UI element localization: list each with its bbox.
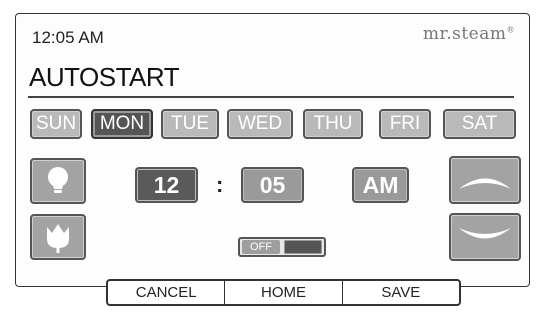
toggle-state-label: OFF — [242, 240, 280, 254]
minute-value[interactable]: 05 — [241, 167, 304, 203]
light-button[interactable] — [30, 158, 86, 204]
day-button-wed[interactable]: WED — [227, 109, 293, 139]
day-button-sat[interactable]: SAT — [443, 109, 516, 139]
cancel-button[interactable]: CANCEL — [108, 281, 224, 304]
time-separator: : — [216, 172, 224, 197]
save-button[interactable]: SAVE — [341, 281, 459, 304]
day-button-tue[interactable]: TUE — [161, 109, 219, 139]
clock-time: 12:05 AM — [32, 28, 104, 47]
meridiem-value[interactable]: AM — [352, 167, 409, 203]
day-button-fri[interactable]: FRI — [379, 109, 431, 139]
autostart-toggle[interactable]: OFF — [238, 237, 326, 257]
hour-value[interactable]: 12 — [135, 167, 198, 203]
arrow-down-icon — [459, 228, 511, 239]
touchscreen-panel: 12:05 AM mr.steam® AUTOSTART SUN MON TUE… — [15, 13, 530, 287]
day-button-sun[interactable]: SUN — [30, 109, 82, 139]
title-divider — [28, 96, 514, 98]
registered-mark: ® — [506, 25, 515, 35]
toggle-knob — [284, 240, 322, 254]
increase-button[interactable] — [449, 156, 521, 204]
aroma-button[interactable] — [30, 214, 86, 260]
day-button-mon[interactable]: MON — [91, 109, 153, 139]
day-selector: SUN MON TUE WED THU FRI SAT — [30, 109, 516, 143]
decrease-button[interactable] — [449, 213, 521, 261]
arrow-up-icon — [459, 178, 511, 189]
brand-logo: mr.steam® — [423, 24, 515, 44]
bottom-nav: CANCEL HOME SAVE — [106, 279, 461, 306]
flower-icon — [47, 224, 69, 253]
page-title: AUTOSTART — [29, 62, 180, 92]
lightbulb-icon — [48, 167, 68, 193]
day-button-thu[interactable]: THU — [303, 109, 363, 139]
brand-name: mr.steam — [422, 24, 507, 44]
home-button[interactable]: HOME — [224, 281, 341, 304]
